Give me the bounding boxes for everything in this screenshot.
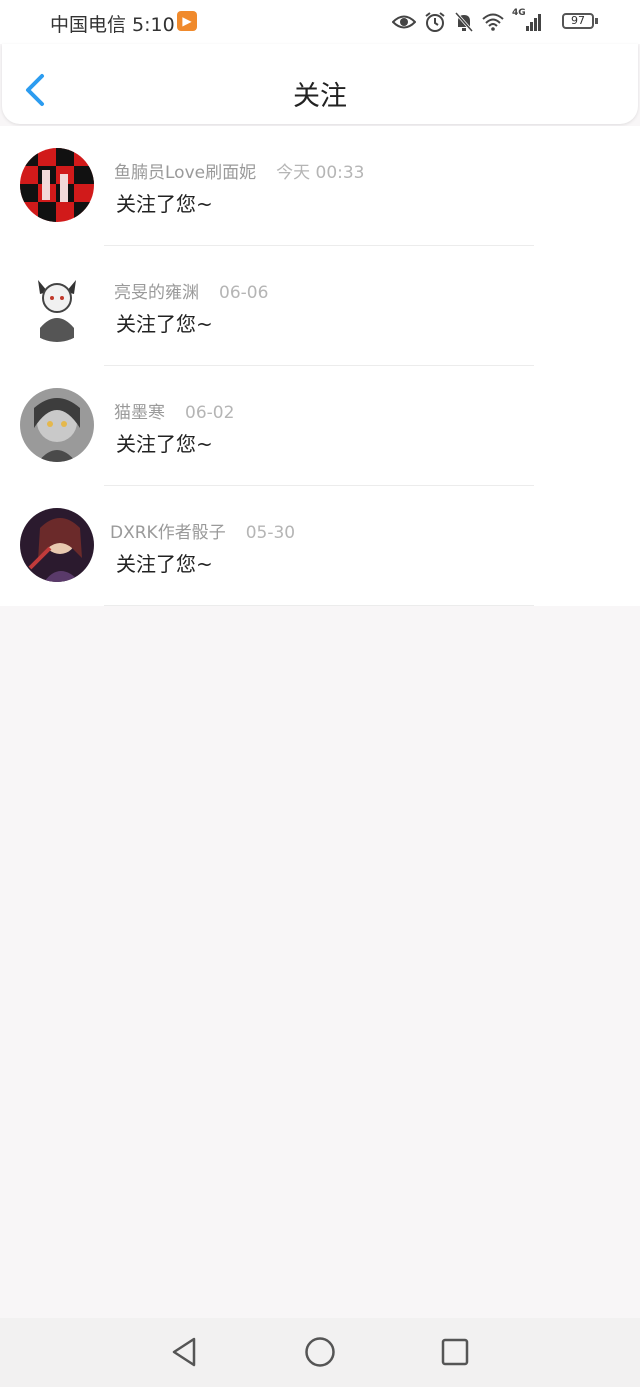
back-triangle-icon bbox=[172, 1337, 196, 1367]
home-circle-icon bbox=[305, 1337, 335, 1367]
list-item[interactable]: 猫墨寒 06-02 关注了您~ bbox=[0, 366, 640, 486]
carrier-time: 中国电信 5:10 bbox=[50, 14, 175, 36]
item-time: 今天 00:33 bbox=[276, 163, 365, 183]
avatar[interactable] bbox=[20, 508, 94, 582]
avatar[interactable] bbox=[20, 268, 94, 342]
battery-tip bbox=[595, 18, 598, 24]
item-time: 06-02 bbox=[185, 403, 235, 423]
follower-list: 鱼腩员Love刷面妮 今天 00:33 关注了您~ 亮旻的雍渊 06-06 关注了您… bbox=[0, 126, 640, 606]
item-action: 关注了您~ bbox=[116, 552, 213, 576]
battery-level: 97 bbox=[571, 14, 585, 27]
battery-icon: 97 bbox=[562, 13, 594, 29]
wifi-icon bbox=[482, 13, 504, 31]
app-notification-icon: ▶ bbox=[177, 11, 197, 31]
divider bbox=[104, 605, 534, 606]
item-time: 06-06 bbox=[219, 283, 269, 303]
header-bar: 关注 bbox=[2, 44, 638, 124]
list-item[interactable]: 亮旻的雍渊 06-06 关注了您~ bbox=[0, 246, 640, 366]
page-title: 关注 bbox=[293, 81, 347, 112]
list-item[interactable]: DXRK作者骰子 05-30 关注了您~ bbox=[0, 486, 640, 606]
nav-home-button[interactable] bbox=[304, 1336, 336, 1372]
avatar[interactable] bbox=[20, 388, 94, 462]
user-name[interactable]: 鱼腩员Love刷面妮 bbox=[114, 163, 256, 183]
status-icons: 4G bbox=[392, 8, 542, 33]
system-nav-bar bbox=[0, 1318, 640, 1387]
item-action: 关注了您~ bbox=[116, 432, 213, 456]
status-bar: 中国电信 5:10 ▶ 4G 97 bbox=[0, 0, 640, 44]
list-item[interactable]: 鱼腩员Love刷面妮 今天 00:33 关注了您~ bbox=[0, 126, 640, 246]
alarm-icon bbox=[425, 12, 445, 32]
signal-icon: 4G bbox=[512, 8, 542, 33]
item-meta: 亮旻的雍渊 06-06 bbox=[114, 278, 268, 303]
user-name[interactable]: 猫墨寒 bbox=[114, 403, 165, 423]
eye-icon bbox=[392, 15, 416, 29]
item-time: 05-30 bbox=[245, 523, 296, 543]
mute-icon bbox=[454, 12, 474, 32]
user-name[interactable]: DXRK作者骰子 bbox=[110, 523, 226, 543]
user-name[interactable]: 亮旻的雍渊 bbox=[114, 283, 199, 303]
item-meta: 鱼腩员Love刷面妮 今天 00:33 bbox=[114, 158, 365, 183]
avatar[interactable] bbox=[20, 148, 94, 222]
item-action: 关注了您~ bbox=[116, 312, 213, 336]
item-meta: 猫墨寒 06-02 bbox=[114, 398, 234, 423]
nav-back-button[interactable] bbox=[170, 1336, 198, 1372]
nav-recent-button[interactable] bbox=[440, 1336, 470, 1372]
recent-square-icon bbox=[441, 1338, 469, 1366]
item-meta: DXRK作者骰子 05-30 bbox=[110, 518, 295, 543]
item-action: 关注了您~ bbox=[116, 192, 213, 216]
